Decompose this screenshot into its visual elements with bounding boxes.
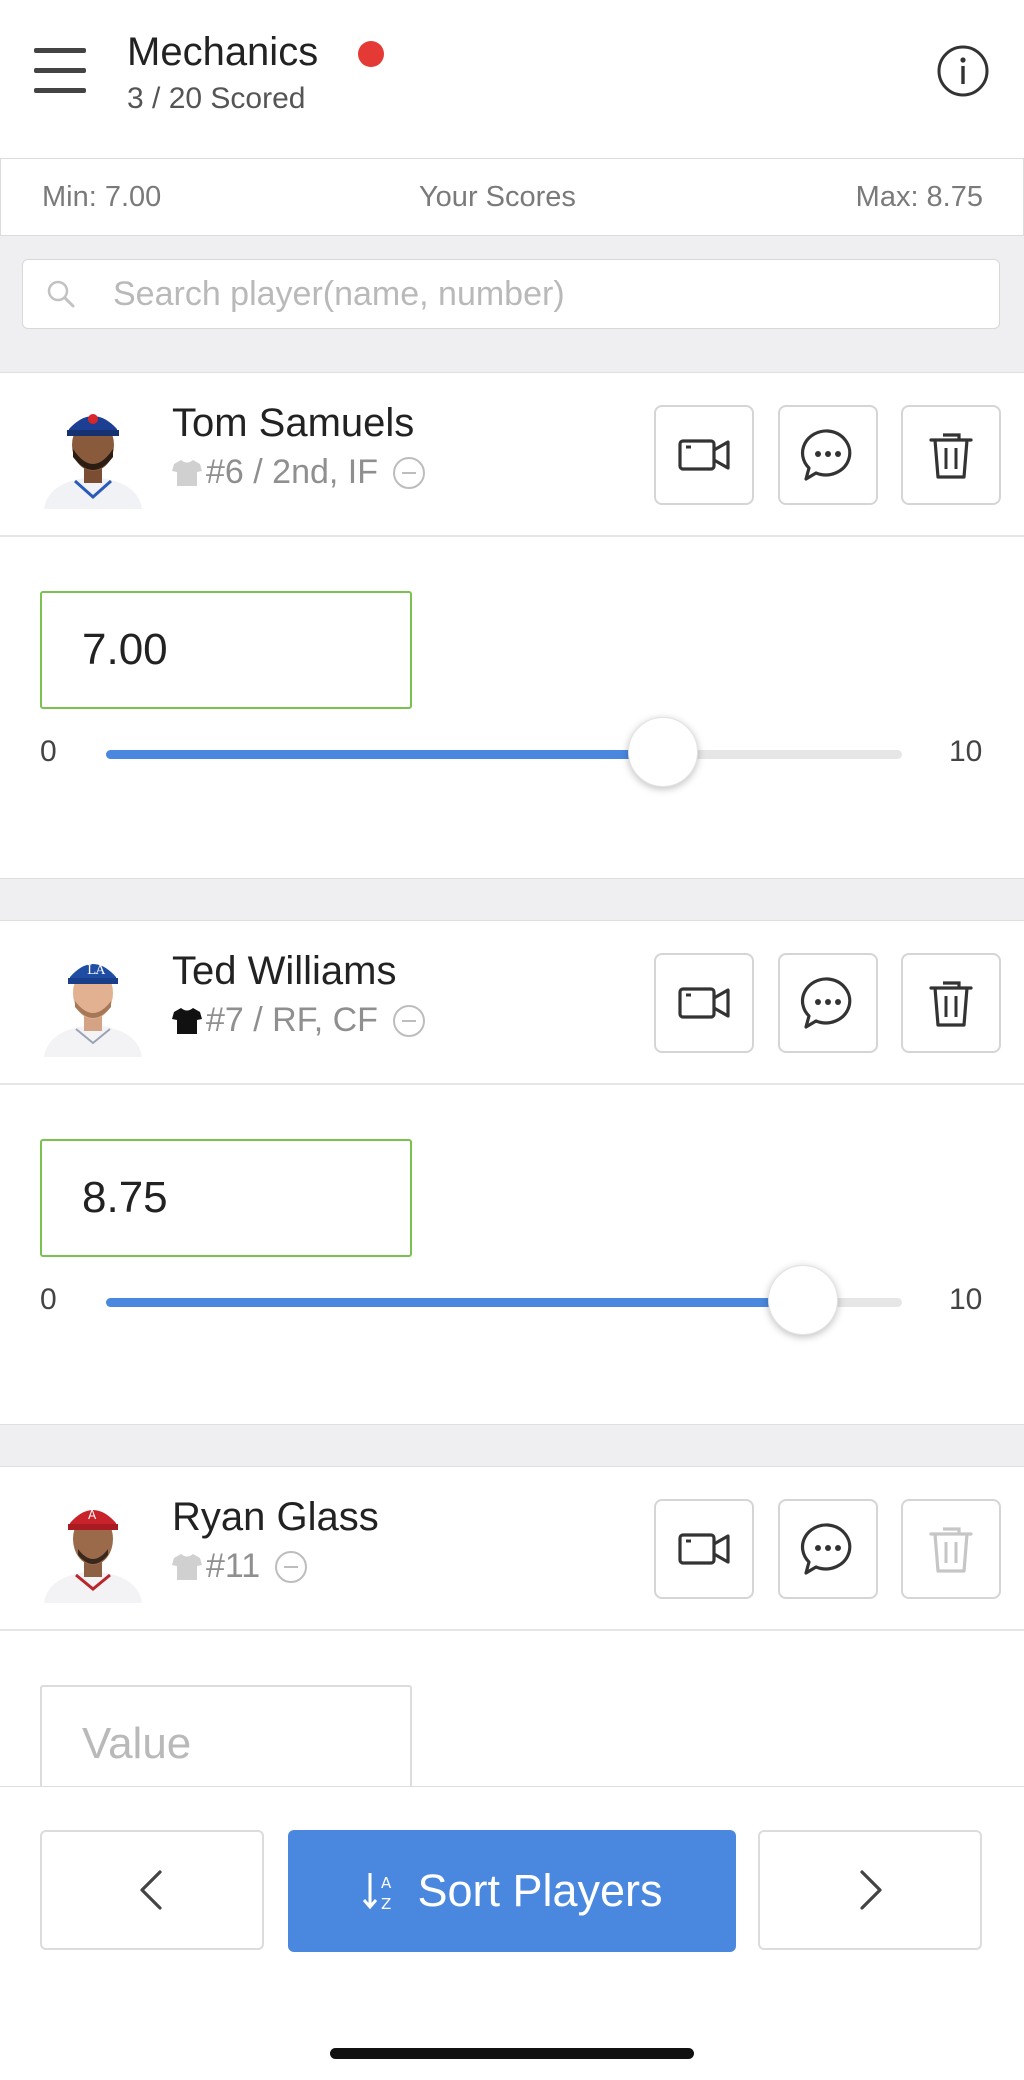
search-area <box>0 236 1024 372</box>
remove-circle-icon[interactable] <box>274 1550 308 1584</box>
hamburger-menu-icon[interactable] <box>34 48 86 96</box>
player-card: Tom Samuels #6 / 2nd, IF 7.00 0 10 <box>0 372 1024 878</box>
section-divider <box>0 1424 1024 1467</box>
slider-min-label: 0 <box>40 1283 57 1316</box>
score-input[interactable] <box>40 591 412 709</box>
player-header: A Ryan Glass #11 <box>0 1466 1024 1631</box>
player-name: Tom Samuels <box>172 401 415 445</box>
jersey-icon <box>172 1007 202 1034</box>
jersey-icon <box>172 1553 202 1580</box>
jersey-icon <box>172 459 202 486</box>
player-header: Tom Samuels #6 / 2nd, IF <box>0 372 1024 537</box>
player-number-position: #11 <box>206 1547 261 1585</box>
slider-fill <box>106 750 664 759</box>
slider-fill <box>106 1298 803 1307</box>
delete-button[interactable] <box>901 953 1001 1053</box>
player-card: LA Ted Williams #7 / RF, CF 8.75 0 10 <box>0 920 1024 1424</box>
app-header: Mechanics 3 / 20 Scored <box>0 0 1024 158</box>
trash-icon <box>929 433 973 479</box>
search-box[interactable] <box>22 259 1000 329</box>
player-avatar <box>44 414 142 509</box>
player-number-position: #7 / RF, CF <box>206 1001 378 1039</box>
slider-min-label: 0 <box>40 735 57 768</box>
bottom-toolbar: A Z Sort Players <box>0 1786 1024 2080</box>
comment-icon <box>800 1523 852 1575</box>
player-header: LA Ted Williams #7 / RF, CF <box>0 920 1024 1085</box>
sort-icon: A Z <box>363 1873 392 1913</box>
score-slider[interactable] <box>106 717 902 787</box>
delete-button <box>901 1499 1001 1599</box>
sort-players-button[interactable]: A Z Sort Players <box>288 1830 736 1952</box>
page-title: Mechanics <box>127 30 319 74</box>
search-icon <box>47 280 75 308</box>
chevron-right-icon <box>860 1870 882 1910</box>
svg-text:Z: Z <box>381 1895 391 1913</box>
your-scores-label: Your Scores <box>419 181 576 213</box>
player-card: A Ryan Glass #11 <box>0 1466 1024 1786</box>
video-button[interactable] <box>654 405 754 505</box>
remove-circle-icon[interactable] <box>392 456 426 490</box>
sort-players-label: Sort Players <box>417 1865 663 1916</box>
score-input[interactable] <box>40 1685 412 1786</box>
slider-thumb[interactable] <box>628 717 699 787</box>
status-dot <box>358 41 384 67</box>
player-meta: #7 / RF, CF <box>172 1001 426 1040</box>
min-score-label: Min: 7.00 <box>42 181 162 213</box>
video-button[interactable] <box>654 1499 754 1599</box>
video-button[interactable] <box>654 953 754 1053</box>
player-meta: #11 <box>172 1547 308 1586</box>
player-name: Ted Williams <box>172 949 397 993</box>
comment-icon <box>800 977 852 1029</box>
search-input[interactable] <box>113 260 973 328</box>
info-icon[interactable] <box>936 44 990 98</box>
video-camera-icon <box>678 987 730 1019</box>
trash-icon <box>929 1527 973 1573</box>
player-number-position: #6 / 2nd, IF <box>206 453 378 491</box>
comment-button[interactable] <box>778 953 878 1053</box>
home-indicator <box>330 2048 694 2059</box>
svg-text:A: A <box>381 1874 392 1892</box>
player-avatar: A <box>44 1508 142 1603</box>
player-name: Ryan Glass <box>172 1495 379 1539</box>
slider-max-label: 10 <box>949 1283 983 1316</box>
next-button[interactable] <box>758 1830 982 1950</box>
score-input[interactable] <box>40 1139 412 1257</box>
section-divider <box>0 878 1024 921</box>
chevron-left-icon <box>140 1870 162 1910</box>
svg-text:LA: LA <box>87 963 106 978</box>
trash-icon <box>929 981 973 1027</box>
slider-max-label: 10 <box>949 735 983 768</box>
score-range-bar: Min: 7.00 Your Scores Max: 8.75 <box>0 158 1024 236</box>
comment-button[interactable] <box>778 405 878 505</box>
max-score-label: Max: 8.75 <box>855 181 983 213</box>
slider-thumb[interactable] <box>767 1265 838 1335</box>
scored-count: 3 / 20 Scored <box>127 82 306 115</box>
remove-circle-icon[interactable] <box>392 1004 426 1038</box>
score-slider[interactable] <box>106 1265 902 1335</box>
previous-button[interactable] <box>40 1830 264 1950</box>
video-camera-icon <box>678 1533 730 1565</box>
comment-icon <box>800 429 852 481</box>
comment-button[interactable] <box>778 1499 878 1599</box>
player-avatar: LA <box>44 963 142 1057</box>
video-camera-icon <box>678 439 730 471</box>
player-meta: #6 / 2nd, IF <box>172 453 426 492</box>
svg-text:A: A <box>88 1508 97 1522</box>
delete-button[interactable] <box>901 405 1001 505</box>
